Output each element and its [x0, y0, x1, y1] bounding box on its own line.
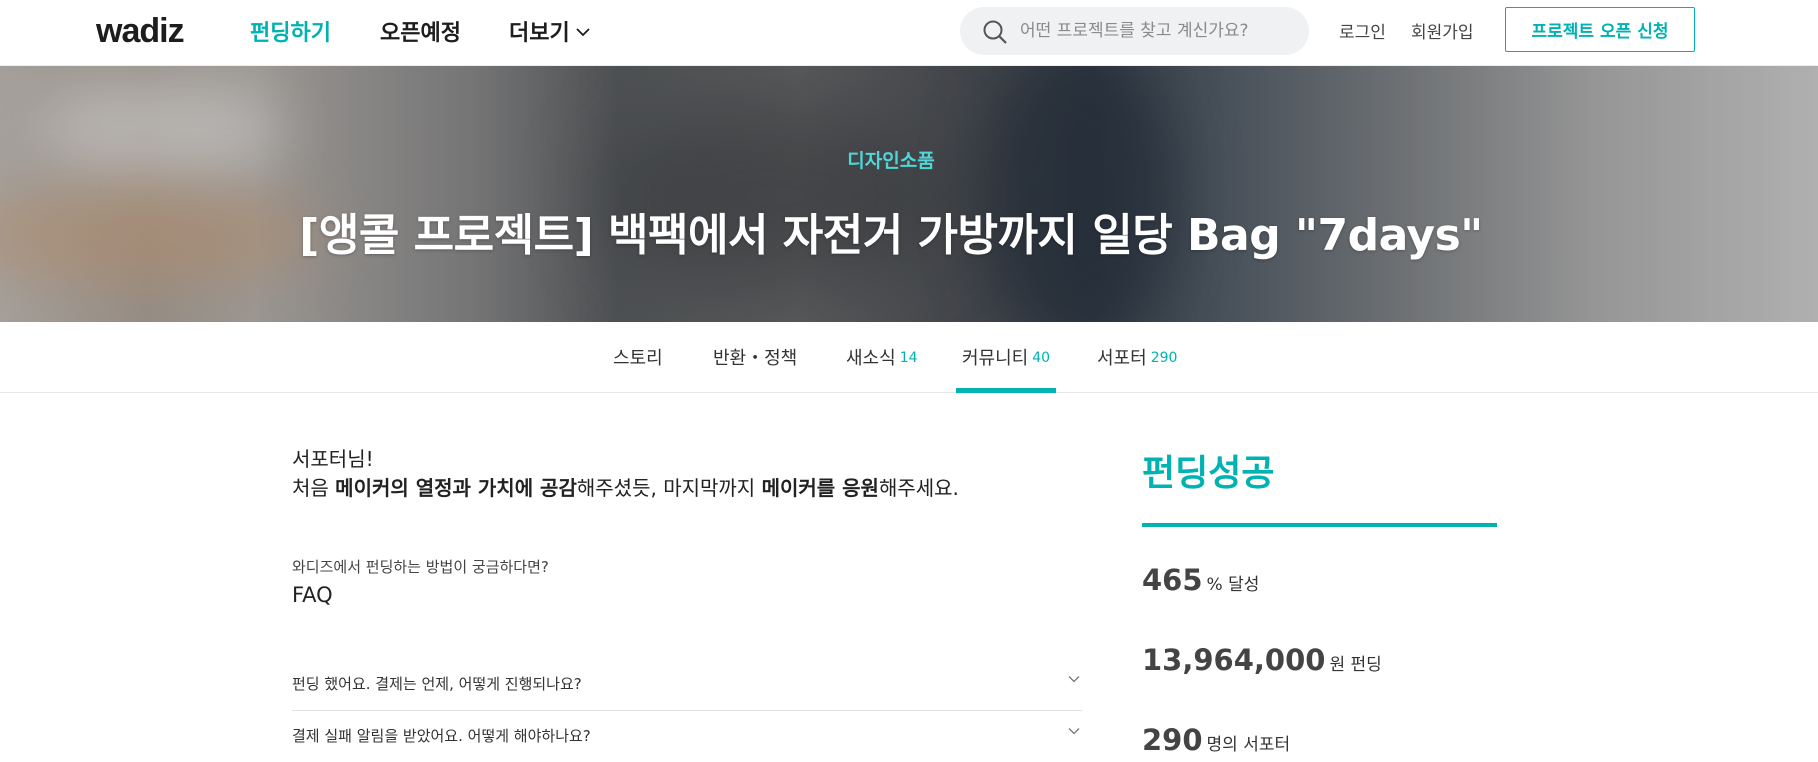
tab-label: 반환・정책: [713, 348, 798, 369]
tab-refund-policy[interactable]: 반환・정책: [713, 344, 797, 370]
tab-label: 서포터: [1097, 348, 1147, 369]
tab-count: 290: [1150, 350, 1178, 366]
tab-label: 커뮤니티: [962, 348, 1029, 369]
tab-label: 스토리: [613, 348, 663, 369]
faq-question: 결제 실패 알림을 받았어요. 어떻게 해야하나요?: [292, 727, 591, 745]
faq-title: FAQ: [292, 583, 333, 607]
wadiz-logo[interactable]: wadiz: [96, 12, 185, 51]
greeting-message: 처음 메이커의 열정과 가치에 공감해주셨듯, 마지막까지 메이커를 응원해주세…: [292, 472, 959, 501]
login-link[interactable]: 로그인: [1339, 18, 1386, 43]
chevron-down-icon: [576, 28, 590, 37]
tab-count: 14: [899, 350, 918, 366]
chevron-down-icon: [1068, 728, 1080, 735]
faq-item[interactable]: 펀딩 했어요. 결제는 언제, 어떻게 진행되나요?: [292, 659, 1082, 711]
tab-supporters[interactable]: 서포터 290: [1097, 344, 1177, 370]
signup-link[interactable]: 회원가입: [1411, 18, 1474, 43]
project-tabs: 스토리 반환・정책 새소식 14 커뮤니티 40 서포터 290: [0, 322, 1818, 393]
amount-value: 13,964,000: [1142, 643, 1326, 677]
project-category[interactable]: 디자인소품: [0, 146, 1782, 173]
supporters-unit: 명의 서포터: [1206, 735, 1291, 755]
amount-stat: 13,964,000 원 펀딩: [1142, 643, 1382, 677]
funding-progress-bar: [1142, 523, 1497, 527]
project-hero: 디자인소품 [앵콜 프로젝트] 백팩에서 자전거 가방까지 일당 Bag "7d…: [0, 66, 1818, 322]
greeting-emphasis: 메이커의 열정과 가치에 공감: [335, 476, 577, 500]
greeting-heading: 서포터님!: [292, 447, 374, 471]
top-header: wadiz 펀딩하기 오픈예정 더보기 로그인 회원가입 프로젝트 오픈 신청: [0, 0, 1818, 66]
active-tab-indicator: [956, 388, 1056, 393]
tab-community[interactable]: 커뮤니티 40: [962, 344, 1050, 370]
search-icon[interactable]: [982, 19, 1008, 45]
search-input[interactable]: [1020, 16, 1290, 46]
faq-item[interactable]: 결제 실패 알림을 받았어요. 어떻게 해야하나요?: [292, 711, 1082, 762]
tab-story[interactable]: 스토리: [613, 344, 663, 370]
greeting-emphasis: 메이커를 응원: [761, 476, 879, 500]
tab-label: 새소식: [846, 348, 896, 369]
nav-more-label: 더보기: [509, 21, 570, 46]
tab-count: 40: [1032, 350, 1051, 366]
search-box[interactable]: [960, 7, 1309, 55]
hero-overlay: [0, 66, 1818, 322]
achievement-value: 465: [1142, 563, 1203, 597]
project-title: [앵콜 프로젝트] 백팩에서 자전거 가방까지 일당 Bag "7days": [299, 210, 1483, 261]
greeting-text: 해주셨듯, 마지막까지: [576, 476, 762, 500]
chevron-down-icon: [1068, 676, 1080, 683]
nav-upcoming[interactable]: 오픈예정: [380, 15, 461, 47]
greeting-text: 해주세요.: [878, 476, 959, 500]
open-project-button[interactable]: 프로젝트 오픈 신청: [1505, 7, 1695, 52]
supporters-value: 290: [1142, 723, 1203, 757]
greeting-text: 처음: [292, 476, 336, 500]
faq-hint: 와디즈에서 펀딩하는 방법이 궁금하다면?: [292, 558, 549, 576]
supporters-stat: 290 명의 서포터: [1142, 723, 1290, 757]
tab-news[interactable]: 새소식 14: [846, 344, 918, 370]
achievement-stat: 465% 달성: [1142, 563, 1259, 597]
nav-funding[interactable]: 펀딩하기: [250, 15, 331, 47]
nav-more[interactable]: 더보기: [509, 15, 590, 47]
funding-status: 펀딩성공: [1142, 453, 1275, 494]
faq-question: 펀딩 했어요. 결제는 언제, 어떻게 진행되나요?: [292, 675, 582, 693]
amount-unit: 원 펀딩: [1329, 655, 1382, 675]
achievement-unit: % 달성: [1206, 575, 1260, 595]
